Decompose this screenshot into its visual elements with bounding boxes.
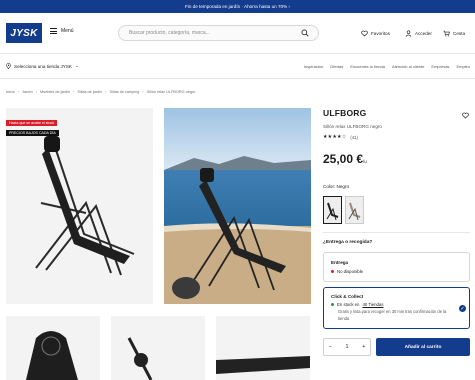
store-selector[interactable]: Selecciona una tienda JYSK ⌄: [6, 63, 79, 69]
product-image-main[interactable]: Hasta que se acabe el stock PRECIOS BAJO…: [6, 108, 153, 304]
color-label: Color: Negro: [323, 184, 350, 189]
thumbnail-detail-image: [6, 316, 100, 380]
jysk-logo[interactable]: JYSK: [6, 23, 42, 43]
menu-label: Menú: [61, 28, 74, 34]
color-swatch-beige[interactable]: [345, 196, 364, 224]
delivery-title: Entrega: [331, 260, 349, 265]
price-unit: /u: [363, 159, 367, 164]
menu-button[interactable]: Menú: [50, 28, 74, 34]
site-header: JYSK Menú Buscar producto, categoría, ma…: [0, 13, 475, 54]
link-empleo[interactable]: Empleo: [456, 64, 470, 69]
rating[interactable]: ★★★★☆ (41): [323, 134, 470, 140]
cart-label: Cesta: [453, 31, 466, 36]
breadcrumb-item[interactable]: Sillas de camping: [110, 90, 140, 94]
cc-stores-link[interactable]: 40 Tiendas: [362, 302, 383, 307]
delivery-status-text: No disponible: [337, 269, 364, 274]
favorites-label: Favoritos: [371, 31, 390, 36]
color-swatch-black[interactable]: [323, 196, 342, 224]
increase-button[interactable]: +: [362, 344, 365, 350]
rating-count: (41): [350, 134, 358, 140]
hamburger-icon: [50, 28, 57, 34]
link-ofertas[interactable]: Ofertas: [330, 64, 343, 69]
product-image-lifestyle[interactable]: [164, 108, 311, 304]
favorite-heart-icon[interactable]: [462, 112, 469, 119]
utility-links: Inspiración Ofertas Encuentra tu tienda …: [304, 64, 470, 69]
price-value: 25,00 €: [323, 152, 364, 166]
store-label: Selecciona una tienda JYSK: [14, 63, 72, 69]
sub-navigation: Selecciona una tienda JYSK ⌄ Inspiración…: [0, 54, 475, 79]
rating-stars: ★★★★☆: [323, 134, 347, 140]
cc-title: Click & Collect: [331, 294, 364, 299]
product-price: 25,00 €/u: [323, 152, 367, 166]
search-placeholder: Buscar producto, categoría, marca...: [129, 30, 210, 36]
breadcrumb-item[interactable]: Jardín: [22, 90, 33, 94]
stock-badge: Hasta que se acabe el stock: [6, 120, 58, 126]
checkmark-icon: ✓: [459, 305, 466, 312]
login-label: Acceder: [415, 31, 432, 36]
product-subtitle: Sillón relax ULFBORG negro: [323, 124, 382, 129]
beach-scene-image: [164, 108, 311, 304]
cc-status-prefix: En stock en: [337, 302, 360, 307]
thumbnail-detail-image: [111, 316, 205, 380]
delivery-question: ¿Entrega o recogida?: [323, 240, 373, 245]
delivery-status: No disponible: [331, 269, 363, 274]
quantity-value[interactable]: 1: [341, 344, 353, 350]
cart-icon: [443, 30, 450, 37]
promo-text[interactable]: Fin de temporada en jardín · Ahorra hast…: [185, 4, 290, 9]
link-inspiracion[interactable]: Inspiración: [304, 64, 323, 69]
breadcrumb-item[interactable]: Inicio: [6, 90, 15, 94]
link-empresas[interactable]: Empresas: [431, 64, 449, 69]
product-info: ULFBORG Sillón relax ULFBORG negro ★★★★☆…: [323, 108, 470, 140]
heart-icon: [361, 30, 368, 37]
breadcrumb-item[interactable]: Muebles de jardín: [40, 90, 70, 94]
thumbnail-3[interactable]: [216, 316, 310, 380]
divider: [323, 232, 470, 233]
favorites-link[interactable]: Favoritos: [361, 30, 390, 37]
click-collect-option[interactable]: Click & Collect En stock en 40 Tiendas G…: [323, 287, 470, 329]
breadcrumb-item[interactable]: Sillas de jardín: [77, 90, 102, 94]
link-atencion-cliente[interactable]: Atención al cliente: [392, 64, 424, 69]
user-icon: [405, 30, 412, 37]
cc-status: En stock en 40 Tiendas: [331, 302, 383, 307]
cart-link[interactable]: Cesta: [443, 30, 465, 37]
quantity-stepper: − 1 +: [323, 338, 371, 356]
price-badge: PRECIOS BAJOS CADA DÍA: [6, 130, 59, 136]
search-icon[interactable]: [301, 29, 309, 37]
link-encuentra-tienda[interactable]: Encuentra tu tienda: [350, 64, 385, 69]
breadcrumb-current: Sillón relax ULFBORG negro: [146, 90, 196, 94]
cc-description: Gratis y lista para recoger en 30 min tr…: [338, 309, 447, 321]
login-link[interactable]: Acceder: [405, 30, 432, 37]
thumbnail-2[interactable]: [111, 316, 205, 380]
chevron-down-icon: ⌄: [74, 63, 79, 68]
unavailable-dot-icon: [331, 270, 334, 273]
promo-banner[interactable]: Fin de temporada en jardín · Ahorra hast…: [0, 0, 475, 13]
thumbnail-1[interactable]: [6, 316, 100, 380]
product-title: ULFBORG: [323, 108, 367, 118]
chair-image: [6, 108, 153, 304]
location-pin-icon: [6, 63, 11, 69]
decrease-button[interactable]: −: [329, 344, 332, 350]
available-dot-icon: [331, 303, 334, 306]
search-input[interactable]: Buscar producto, categoría, marca...: [118, 25, 319, 41]
thumbnail-detail-image: [216, 316, 310, 380]
add-to-cart-button[interactable]: Añadir al carrito: [376, 338, 470, 356]
breadcrumb: Inicio › Jardín › Muebles de jardín › Silla…: [6, 90, 196, 94]
delivery-option[interactable]: Entrega No disponible: [323, 252, 470, 282]
swatch-black-image: [326, 202, 339, 221]
swatch-beige-image: [348, 202, 361, 221]
